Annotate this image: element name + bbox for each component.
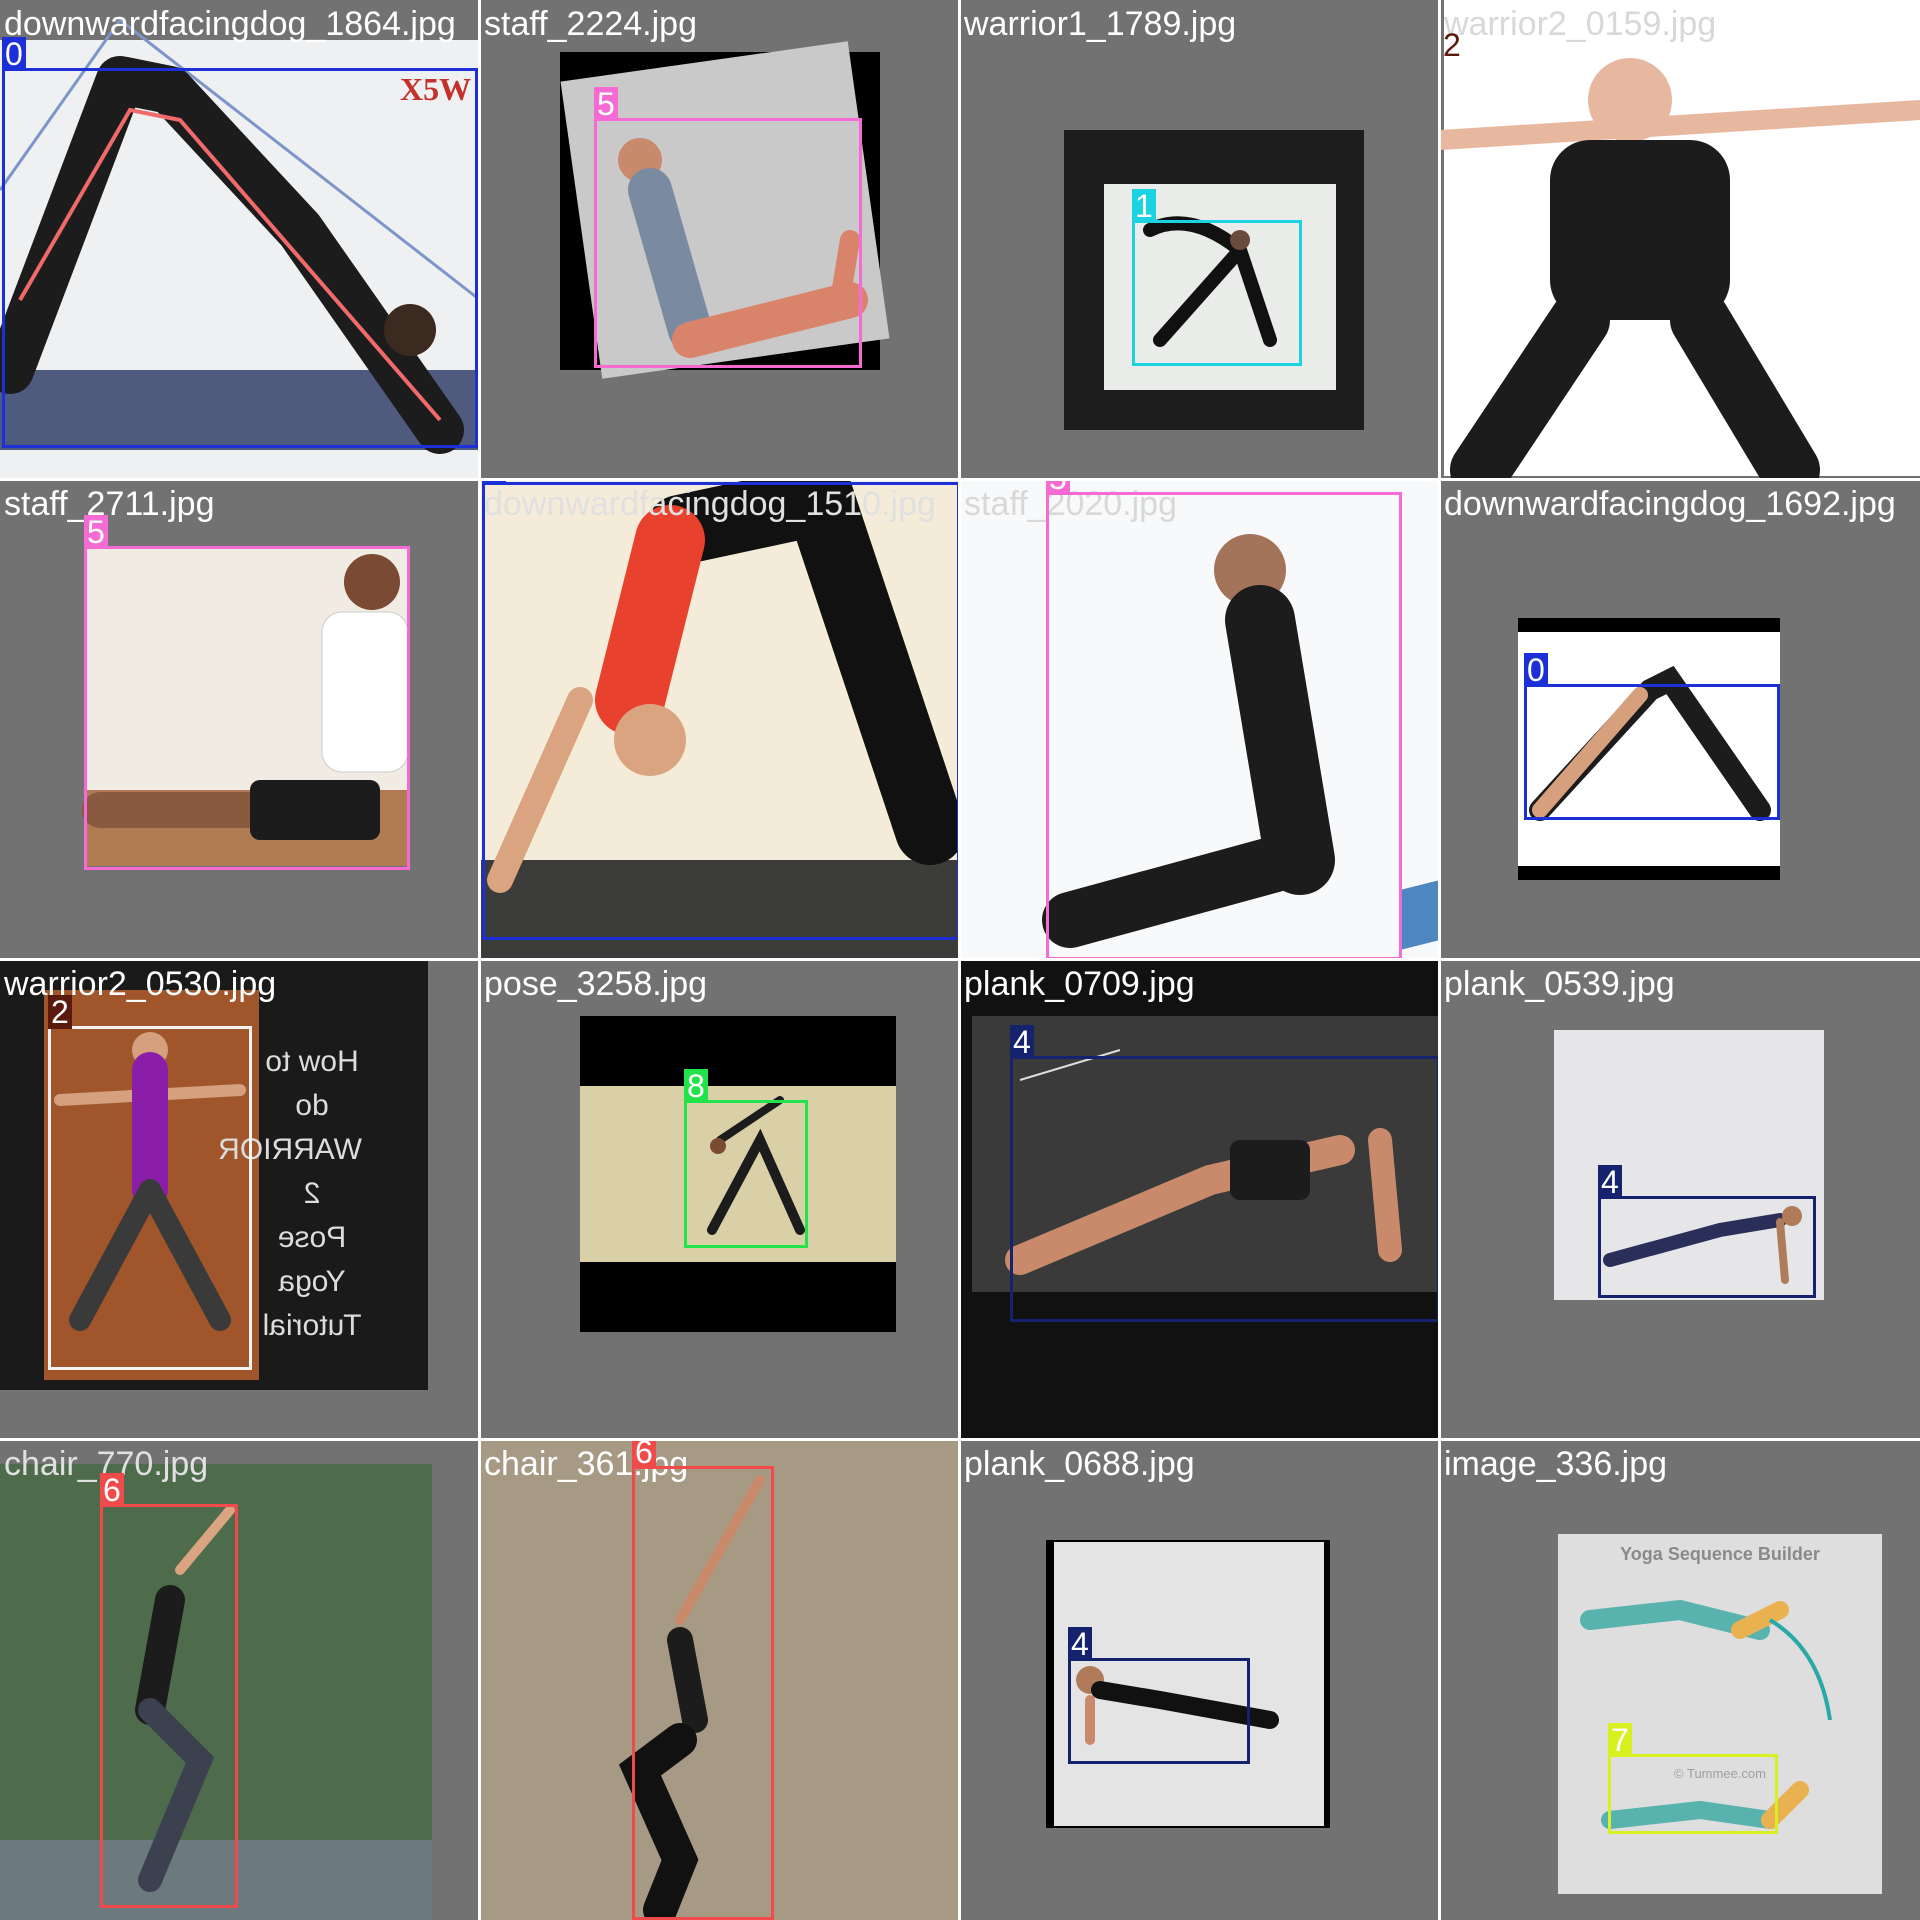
- detection-box: 0: [482, 480, 960, 940]
- tile-filename: downwardfacingdog_1692.jpg: [1444, 485, 1896, 523]
- tile-image: [1440, 0, 1920, 480]
- tile-filename: warrior2_0530.jpg: [4, 965, 277, 1003]
- tile-filename: warrior1_1789.jpg: [964, 5, 1237, 43]
- image-tile[interactable]: chair_770.jpg 6: [0, 1440, 480, 1920]
- image-tile[interactable]: plank_0688.jpg 4: [960, 1440, 1440, 1920]
- detection-box: 8: [684, 1069, 808, 1248]
- image-tile[interactable]: How to do WARRIOR 2 Pose Yoga Tutorial w…: [0, 960, 480, 1440]
- warrior2-figure: [1440, 58, 1920, 480]
- detection-box: 4: [1068, 1627, 1250, 1764]
- detection-box: 0: [2, 37, 478, 448]
- detection-box: 0: [1524, 653, 1780, 820]
- grid-divider: [0, 1438, 1920, 1441]
- image-tile[interactable]: staff_2224.jpg 5: [480, 0, 960, 480]
- detection-box: 6: [100, 1473, 238, 1908]
- grid-divider: [0, 478, 1920, 481]
- detection-box: 5: [1046, 480, 1402, 960]
- tile-filename: image_336.jpg: [1444, 1445, 1668, 1483]
- detection-box: 4: [1598, 1165, 1816, 1298]
- tile-filename: plank_0709.jpg: [964, 965, 1195, 1003]
- image-tile[interactable]: Yoga Sequence Builder © Tummee.com image…: [1440, 1440, 1920, 1920]
- image-tile[interactable]: downwardfacingdog_1692.jpg 0: [1440, 480, 1920, 960]
- tile-filename: pose_3258.jpg: [484, 965, 708, 1003]
- image-tile[interactable]: chair_361.jpg 6: [480, 1440, 960, 1920]
- class-label-tag: 4: [1068, 1627, 1092, 1661]
- tile-filename: plank_0688.jpg: [964, 1445, 1195, 1483]
- class-label-tag: 5: [84, 515, 108, 549]
- detection-box: 1: [1132, 189, 1302, 366]
- class-label-tag: 2: [48, 995, 72, 1029]
- image-tile[interactable]: staff_2711.jpg 5: [0, 480, 480, 960]
- class-label-tag: 7: [1608, 1723, 1632, 1757]
- detection-box: 4: [1010, 1025, 1440, 1322]
- class-label-tag: 0: [1524, 653, 1548, 687]
- tutorial-caption: How to do WARRIOR 2 Pose Yoga Tutorial: [218, 1045, 362, 1342]
- tile-image: Yoga Sequence Builder © Tummee.com: [1440, 1440, 1920, 1920]
- tile-filename: downwardfacingdog_1864.jpg: [4, 5, 456, 43]
- image-tile[interactable]: downwardfacingdog_1510.jpg 0: [480, 480, 960, 960]
- tile-filename: staff_2711.jpg: [4, 485, 215, 523]
- tile-filename: plank_0539.jpg: [1444, 965, 1675, 1003]
- grid-divider: [0, 958, 1920, 961]
- detection-box: 5: [594, 87, 862, 368]
- tile-filename: warrior2_0159.jpg: [1444, 5, 1717, 43]
- class-label-tag: 6: [100, 1473, 124, 1507]
- detection-box: 2: [48, 995, 252, 1370]
- detection-box: 6: [632, 1440, 774, 1920]
- image-tile[interactable]: plank_0539.jpg 4: [1440, 960, 1920, 1440]
- detection-box: 7: [1608, 1723, 1778, 1834]
- class-label-tag: 5: [594, 87, 618, 121]
- class-label-tag: 1: [1132, 189, 1156, 223]
- class-label-tag: 6: [632, 1440, 656, 1469]
- tile-filename: staff_2224.jpg: [484, 5, 697, 43]
- detection-box: 5: [84, 515, 410, 870]
- tile-image: [0, 1440, 480, 1920]
- image-tile[interactable]: staff_2020.jpg 5: [960, 480, 1440, 960]
- cobra-figure: [1580, 1599, 1832, 1829]
- image-tile[interactable]: plank_0709.jpg 4: [960, 960, 1440, 1440]
- image-tile[interactable]: X5W downwardfacingdog_1864.jpg 0: [0, 0, 480, 480]
- class-label-tag: 4: [1598, 1165, 1622, 1199]
- class-label-tag: 0: [2, 37, 26, 71]
- class-label-tag: 8: [684, 1069, 708, 1103]
- class-label-tag: 2: [1443, 27, 1461, 63]
- image-tile[interactable]: pose_3258.jpg 8: [480, 960, 960, 1440]
- class-label-tag: 4: [1010, 1025, 1034, 1059]
- class-label-tag: 5: [1046, 480, 1070, 495]
- mosaic-grid: X5W downwardfacingdog_1864.jpg 0 staff_2…: [0, 0, 1920, 1920]
- chair-figure: [135, 1505, 235, 1892]
- image-tile[interactable]: warrior1_1789.jpg 1: [960, 0, 1440, 480]
- image-tile[interactable]: warrior2_0159.jpg 2: [1440, 0, 1920, 480]
